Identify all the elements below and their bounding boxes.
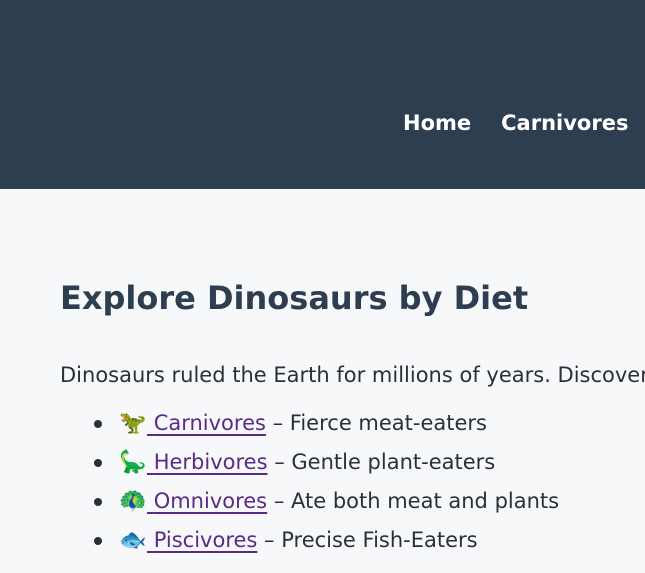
fish-icon: 🐟 [119, 528, 147, 553]
nav-home-link[interactable]: Home [403, 108, 471, 138]
carnivores-link[interactable]: 🦖 Carnivores [119, 411, 266, 436]
diet-link-label: Piscivores [153, 528, 258, 552]
diet-link-label: Carnivores [153, 411, 266, 435]
sauropod-icon: 🦕 [119, 450, 147, 475]
piscivores-link[interactable]: 🐟 Piscivores [119, 528, 258, 553]
main-nav: Home Carnivores [403, 108, 628, 138]
list-item: 🦕 Herbivores – Gentle plant-eaters [94, 443, 645, 482]
list-item: 🐟 Piscivores – Precise Fish-Eaters [94, 521, 645, 560]
diet-list: 🦖 Carnivores – Fierce meat-eaters 🦕 Herb… [60, 404, 645, 560]
main-content: Explore Dinosaurs by Diet Dinosaurs rule… [60, 276, 645, 560]
diet-description: – Ate both meat and plants [273, 489, 560, 513]
nav-carnivores-link[interactable]: Carnivores [501, 108, 628, 138]
diet-description: – Precise Fish-Eaters [264, 528, 478, 552]
diet-link-label: Omnivores [153, 489, 268, 513]
intro-text: Dinosaurs ruled the Earth for millions o… [60, 363, 645, 387]
t-rex-icon: 🦖 [119, 411, 147, 436]
diet-description: – Fierce meat-eaters [272, 411, 487, 435]
omnivores-link[interactable]: 🦚 Omnivores [119, 489, 268, 514]
diet-description: – Gentle plant-eaters [274, 450, 496, 474]
list-item: 🦖 Carnivores – Fierce meat-eaters [94, 404, 645, 443]
diet-link-label: Herbivores [153, 450, 268, 474]
herbivores-link[interactable]: 🦕 Herbivores [119, 450, 268, 475]
page-title: Explore Dinosaurs by Diet [60, 279, 529, 317]
list-item: 🦚 Omnivores – Ate both meat and plants [94, 482, 645, 521]
peacock-icon: 🦚 [119, 489, 147, 514]
site-header: Home Carnivores [0, 0, 645, 189]
